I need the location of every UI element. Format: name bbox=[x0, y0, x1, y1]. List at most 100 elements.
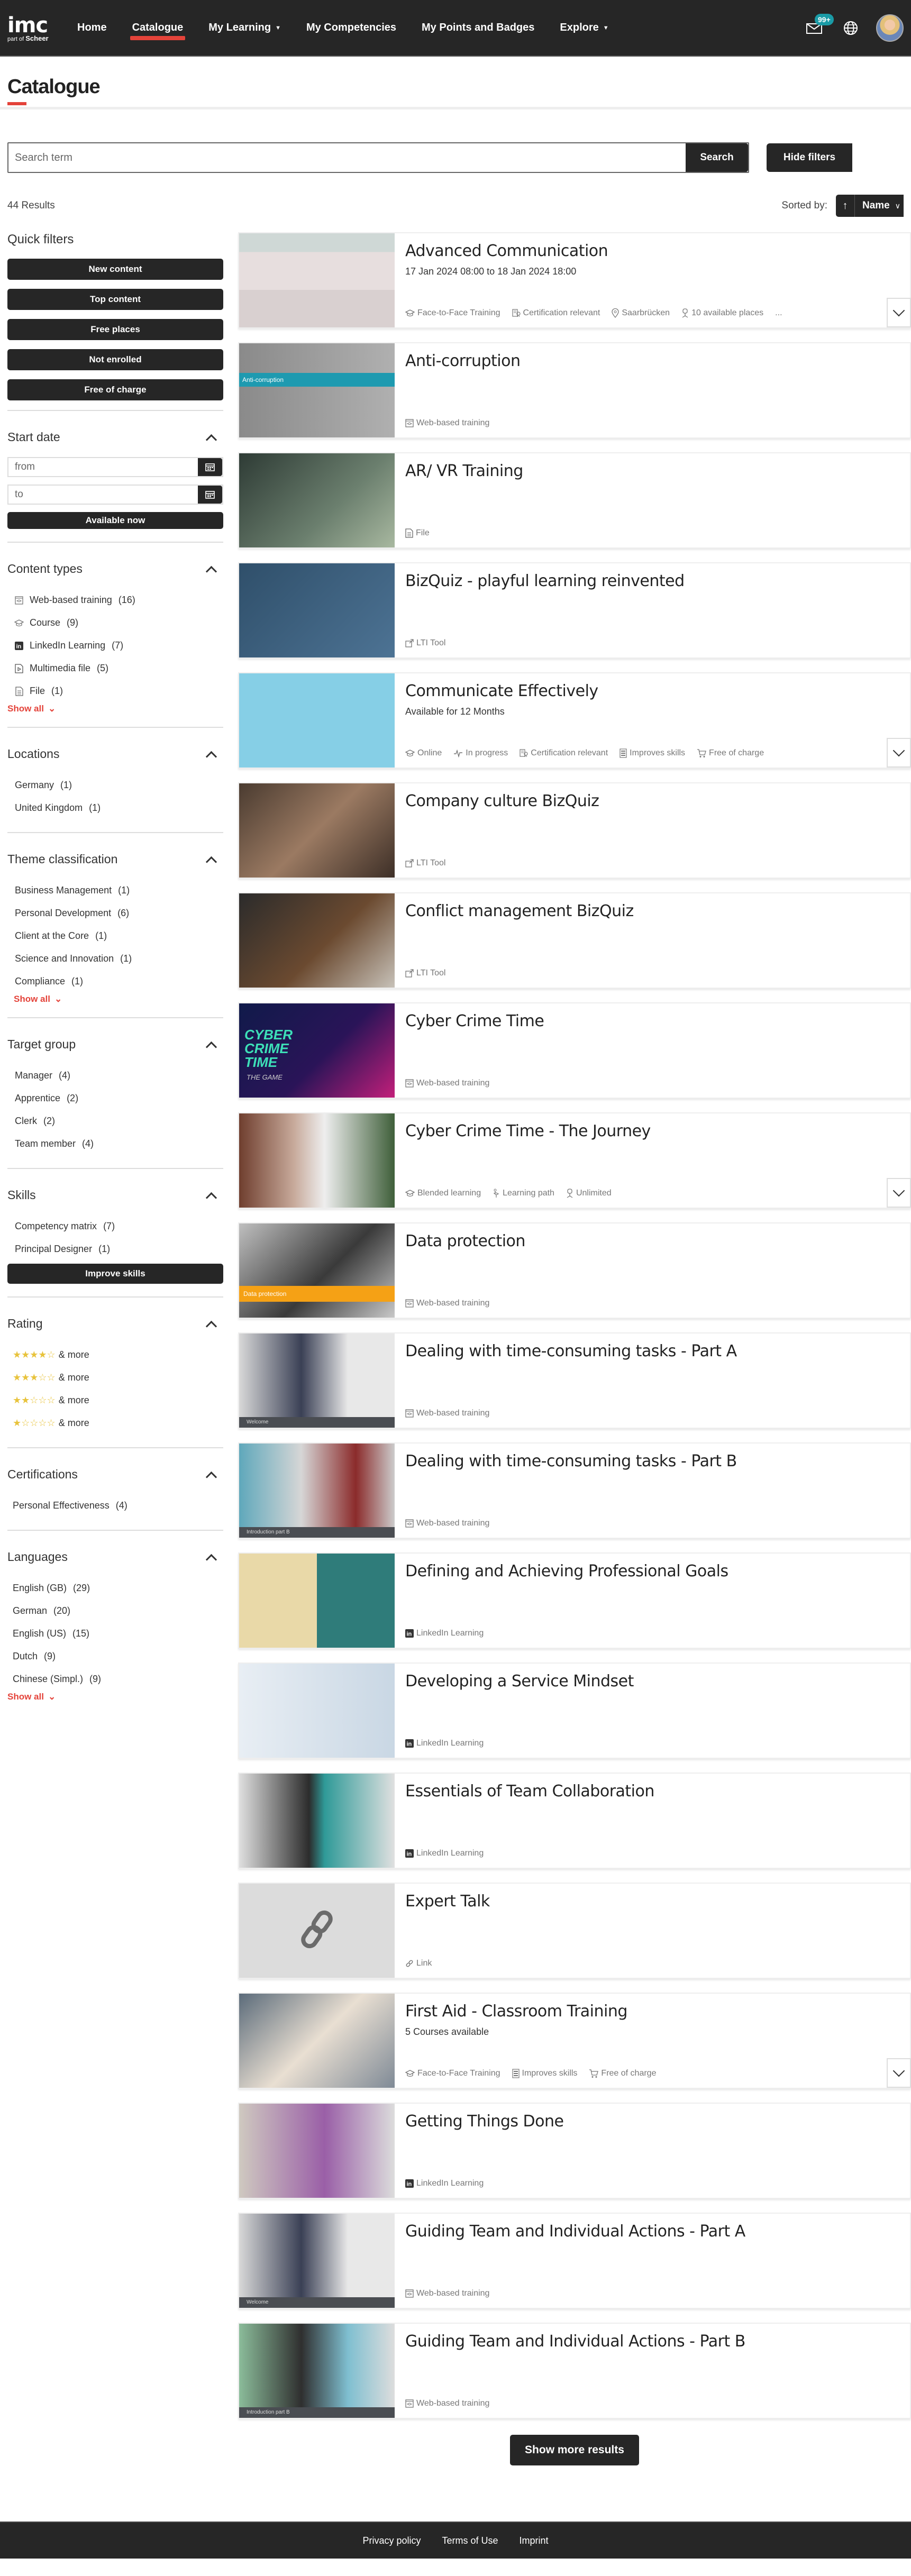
filter-option[interactable]: German (20) bbox=[7, 1600, 223, 1622]
course-thumbnail[interactable] bbox=[239, 233, 395, 327]
sort-direction-arrow-up-icon[interactable]: ↑ bbox=[836, 195, 855, 217]
chevron-up-icon[interactable] bbox=[205, 1469, 217, 1481]
catalogue-card[interactable]: Welcome Guiding Team and Individual Actio… bbox=[238, 2213, 911, 2309]
card-title[interactable]: Conflict management BizQuiz bbox=[405, 901, 899, 922]
filter-option[interactable]: United Kingdom (1) bbox=[7, 797, 223, 819]
quick-filter-new-content-button[interactable]: New content bbox=[7, 259, 223, 280]
filter-option[interactable]: Personal Development (6) bbox=[7, 902, 223, 925]
footer-link-privacy-policy[interactable]: Privacy policy bbox=[362, 2535, 421, 2546]
course-thumbnail[interactable] bbox=[239, 1554, 395, 1648]
catalogue-card[interactable]: Data protection Data protection Web-based … bbox=[238, 1222, 911, 1319]
filter-option[interactable]: Clerk (2) bbox=[7, 1110, 223, 1132]
course-thumbnail[interactable] bbox=[239, 453, 395, 547]
catalogue-card[interactable]: Communicate Effectively Available for 12 … bbox=[238, 672, 911, 769]
card-title[interactable]: Guiding Team and Individual Actions - Pa… bbox=[405, 2331, 899, 2352]
calendar-icon[interactable] bbox=[198, 458, 222, 476]
imc-logo[interactable]: imc part of Scheer bbox=[7, 15, 58, 43]
catalogue-card[interactable]: Conflict management BizQuiz LTI Tool bbox=[238, 892, 911, 989]
card-title[interactable]: AR/ VR Training bbox=[405, 461, 899, 482]
filter-option[interactable]: File (1) bbox=[7, 680, 223, 702]
course-thumbnail[interactable] bbox=[239, 2104, 395, 2198]
from-date-input[interactable] bbox=[8, 458, 198, 476]
card-title[interactable]: Essentials of Team Collaboration bbox=[405, 1781, 899, 1802]
catalogue-card[interactable]: Advanced Communication 17 Jan 2024 08:00 … bbox=[238, 232, 911, 328]
card-title[interactable]: Advanced Communication bbox=[405, 241, 899, 262]
course-thumbnail[interactable] bbox=[239, 673, 395, 768]
filter-option[interactable]: Dutch (9) bbox=[7, 1645, 223, 1668]
course-thumbnail[interactable]: Anti-corruption bbox=[239, 343, 395, 437]
filter-option[interactable]: English (GB) (29) bbox=[7, 1577, 223, 1600]
show-all-languages[interactable]: Show all ⌄ bbox=[7, 1692, 223, 1702]
filter-option[interactable]: Manager (4) bbox=[7, 1064, 223, 1087]
quick-filter-top-content-button[interactable]: Top content bbox=[7, 289, 223, 310]
course-thumbnail[interactable] bbox=[239, 1113, 395, 1208]
course-thumbnail[interactable]: Welcome bbox=[239, 1333, 395, 1428]
catalogue-card[interactable]: Expert Talk Link bbox=[238, 1883, 911, 1979]
chevron-up-icon[interactable] bbox=[205, 1551, 217, 1563]
card-title[interactable]: Anti-corruption bbox=[405, 351, 899, 372]
catalogue-card[interactable]: Defining and Achieving Professional Goal… bbox=[238, 1552, 911, 1649]
filter-option[interactable]: Personal Effectiveness (4) bbox=[7, 1494, 223, 1517]
quick-filter-free-of-charge-button[interactable]: Free of charge bbox=[7, 379, 223, 400]
catalogue-card[interactable]: Essentials of Team Collaboration in Linked… bbox=[238, 1773, 911, 1869]
search-button[interactable]: Search bbox=[686, 143, 748, 172]
available-now-button[interactable]: Available now bbox=[7, 512, 223, 529]
course-thumbnail[interactable] bbox=[239, 1994, 395, 2088]
catalogue-card[interactable]: AR/ VR Training File bbox=[238, 452, 911, 549]
filter-option[interactable]: Team member (4) bbox=[7, 1132, 223, 1155]
nav-item-my-learning[interactable]: My Learning ▼ bbox=[208, 22, 281, 34]
card-title[interactable]: Cyber Crime Time - The Journey bbox=[405, 1121, 899, 1142]
chevron-up-icon[interactable] bbox=[205, 854, 217, 865]
course-thumbnail[interactable] bbox=[239, 1664, 395, 1758]
card-title[interactable]: Data protection bbox=[405, 1231, 899, 1252]
card-title[interactable]: Getting Things Done bbox=[405, 2111, 899, 2132]
course-thumbnail[interactable]: Introduction part B bbox=[239, 1444, 395, 1538]
chevron-up-icon[interactable] bbox=[205, 563, 217, 575]
filter-option[interactable]: Chinese (Simpl.) (9) bbox=[7, 1668, 223, 1691]
card-title[interactable]: Company culture BizQuiz bbox=[405, 791, 899, 812]
course-thumbnail[interactable]: Introduction part B bbox=[239, 2324, 395, 2418]
course-thumbnail[interactable] bbox=[239, 893, 395, 988]
catalogue-card[interactable]: Anti-corruption Anti-corruption Web-based … bbox=[238, 342, 911, 439]
hide-filters-button[interactable]: Hide filters bbox=[767, 143, 852, 172]
filter-option[interactable]: Course (9) bbox=[7, 611, 223, 634]
expand-chevron-down-icon[interactable] bbox=[887, 2058, 911, 2088]
course-thumbnail[interactable] bbox=[239, 563, 395, 657]
filter-option[interactable]: Apprentice (2) bbox=[7, 1087, 223, 1110]
catalogue-card[interactable]: Introduction part B Dealing with time-con… bbox=[238, 1442, 911, 1539]
catalogue-card[interactable]: Getting Things Done in LinkedIn Learning bbox=[238, 2103, 911, 2199]
globe-icon[interactable] bbox=[843, 21, 858, 35]
expand-chevron-down-icon[interactable] bbox=[887, 1178, 911, 1208]
messages-button[interactable]: 99+ bbox=[806, 13, 834, 35]
card-title[interactable]: Defining and Achieving Professional Goal… bbox=[405, 1561, 899, 1582]
catalogue-card[interactable]: Company culture BizQuiz LTI Tool bbox=[238, 782, 911, 879]
sort-field-select[interactable]: Name bbox=[855, 200, 895, 212]
catalogue-card[interactable]: Introduction part B Guiding Team and Indi… bbox=[238, 2323, 911, 2419]
catalogue-card[interactable]: Developing a Service Mindset in LinkedIn L… bbox=[238, 1662, 911, 1759]
card-title[interactable]: Dealing with time-consuming tasks - Part… bbox=[405, 1451, 899, 1472]
filter-option[interactable]: in LinkedIn Learning (7) bbox=[7, 634, 223, 657]
filter-option[interactable]: Multimedia file (5) bbox=[7, 657, 223, 680]
footer-link-terms-of-use[interactable]: Terms of Use bbox=[442, 2535, 498, 2546]
filter-option[interactable]: Compliance (1) bbox=[7, 970, 223, 993]
card-title[interactable]: Communicate Effectively bbox=[405, 681, 899, 702]
course-thumbnail[interactable]: Welcome bbox=[239, 2214, 395, 2308]
user-avatar[interactable] bbox=[876, 14, 904, 42]
chevron-up-icon[interactable] bbox=[205, 748, 217, 760]
show-more-results-button[interactable]: Show more results bbox=[510, 2435, 639, 2465]
show-all-content-types[interactable]: Show all ⌄ bbox=[7, 704, 223, 714]
catalogue-card[interactable]: Cyber Crime Time - The Journey Blended le… bbox=[238, 1112, 911, 1209]
card-title[interactable]: Guiding Team and Individual Actions - Pa… bbox=[405, 2221, 899, 2242]
improve-skills-button[interactable]: Improve skills bbox=[7, 1264, 223, 1284]
chevron-down-icon[interactable]: ∨ bbox=[895, 202, 904, 211]
course-thumbnail[interactable]: Data protection bbox=[239, 1223, 395, 1318]
card-title[interactable]: Developing a Service Mindset bbox=[405, 1671, 899, 1692]
quick-filter-free-places-button[interactable]: Free places bbox=[7, 319, 223, 340]
rating-option[interactable]: ★★★★☆ & more bbox=[7, 1344, 223, 1366]
filter-option[interactable]: Competency matrix (7) bbox=[7, 1215, 223, 1238]
to-date-input[interactable] bbox=[8, 486, 198, 504]
catalogue-card[interactable]: BizQuiz - playful learning reinvented LTI… bbox=[238, 562, 911, 659]
card-title[interactable]: BizQuiz - playful learning reinvented bbox=[405, 571, 899, 592]
catalogue-card[interactable]: First Aid - Classroom Training 5 Courses … bbox=[238, 1993, 911, 2089]
chevron-up-icon[interactable] bbox=[205, 1039, 217, 1051]
